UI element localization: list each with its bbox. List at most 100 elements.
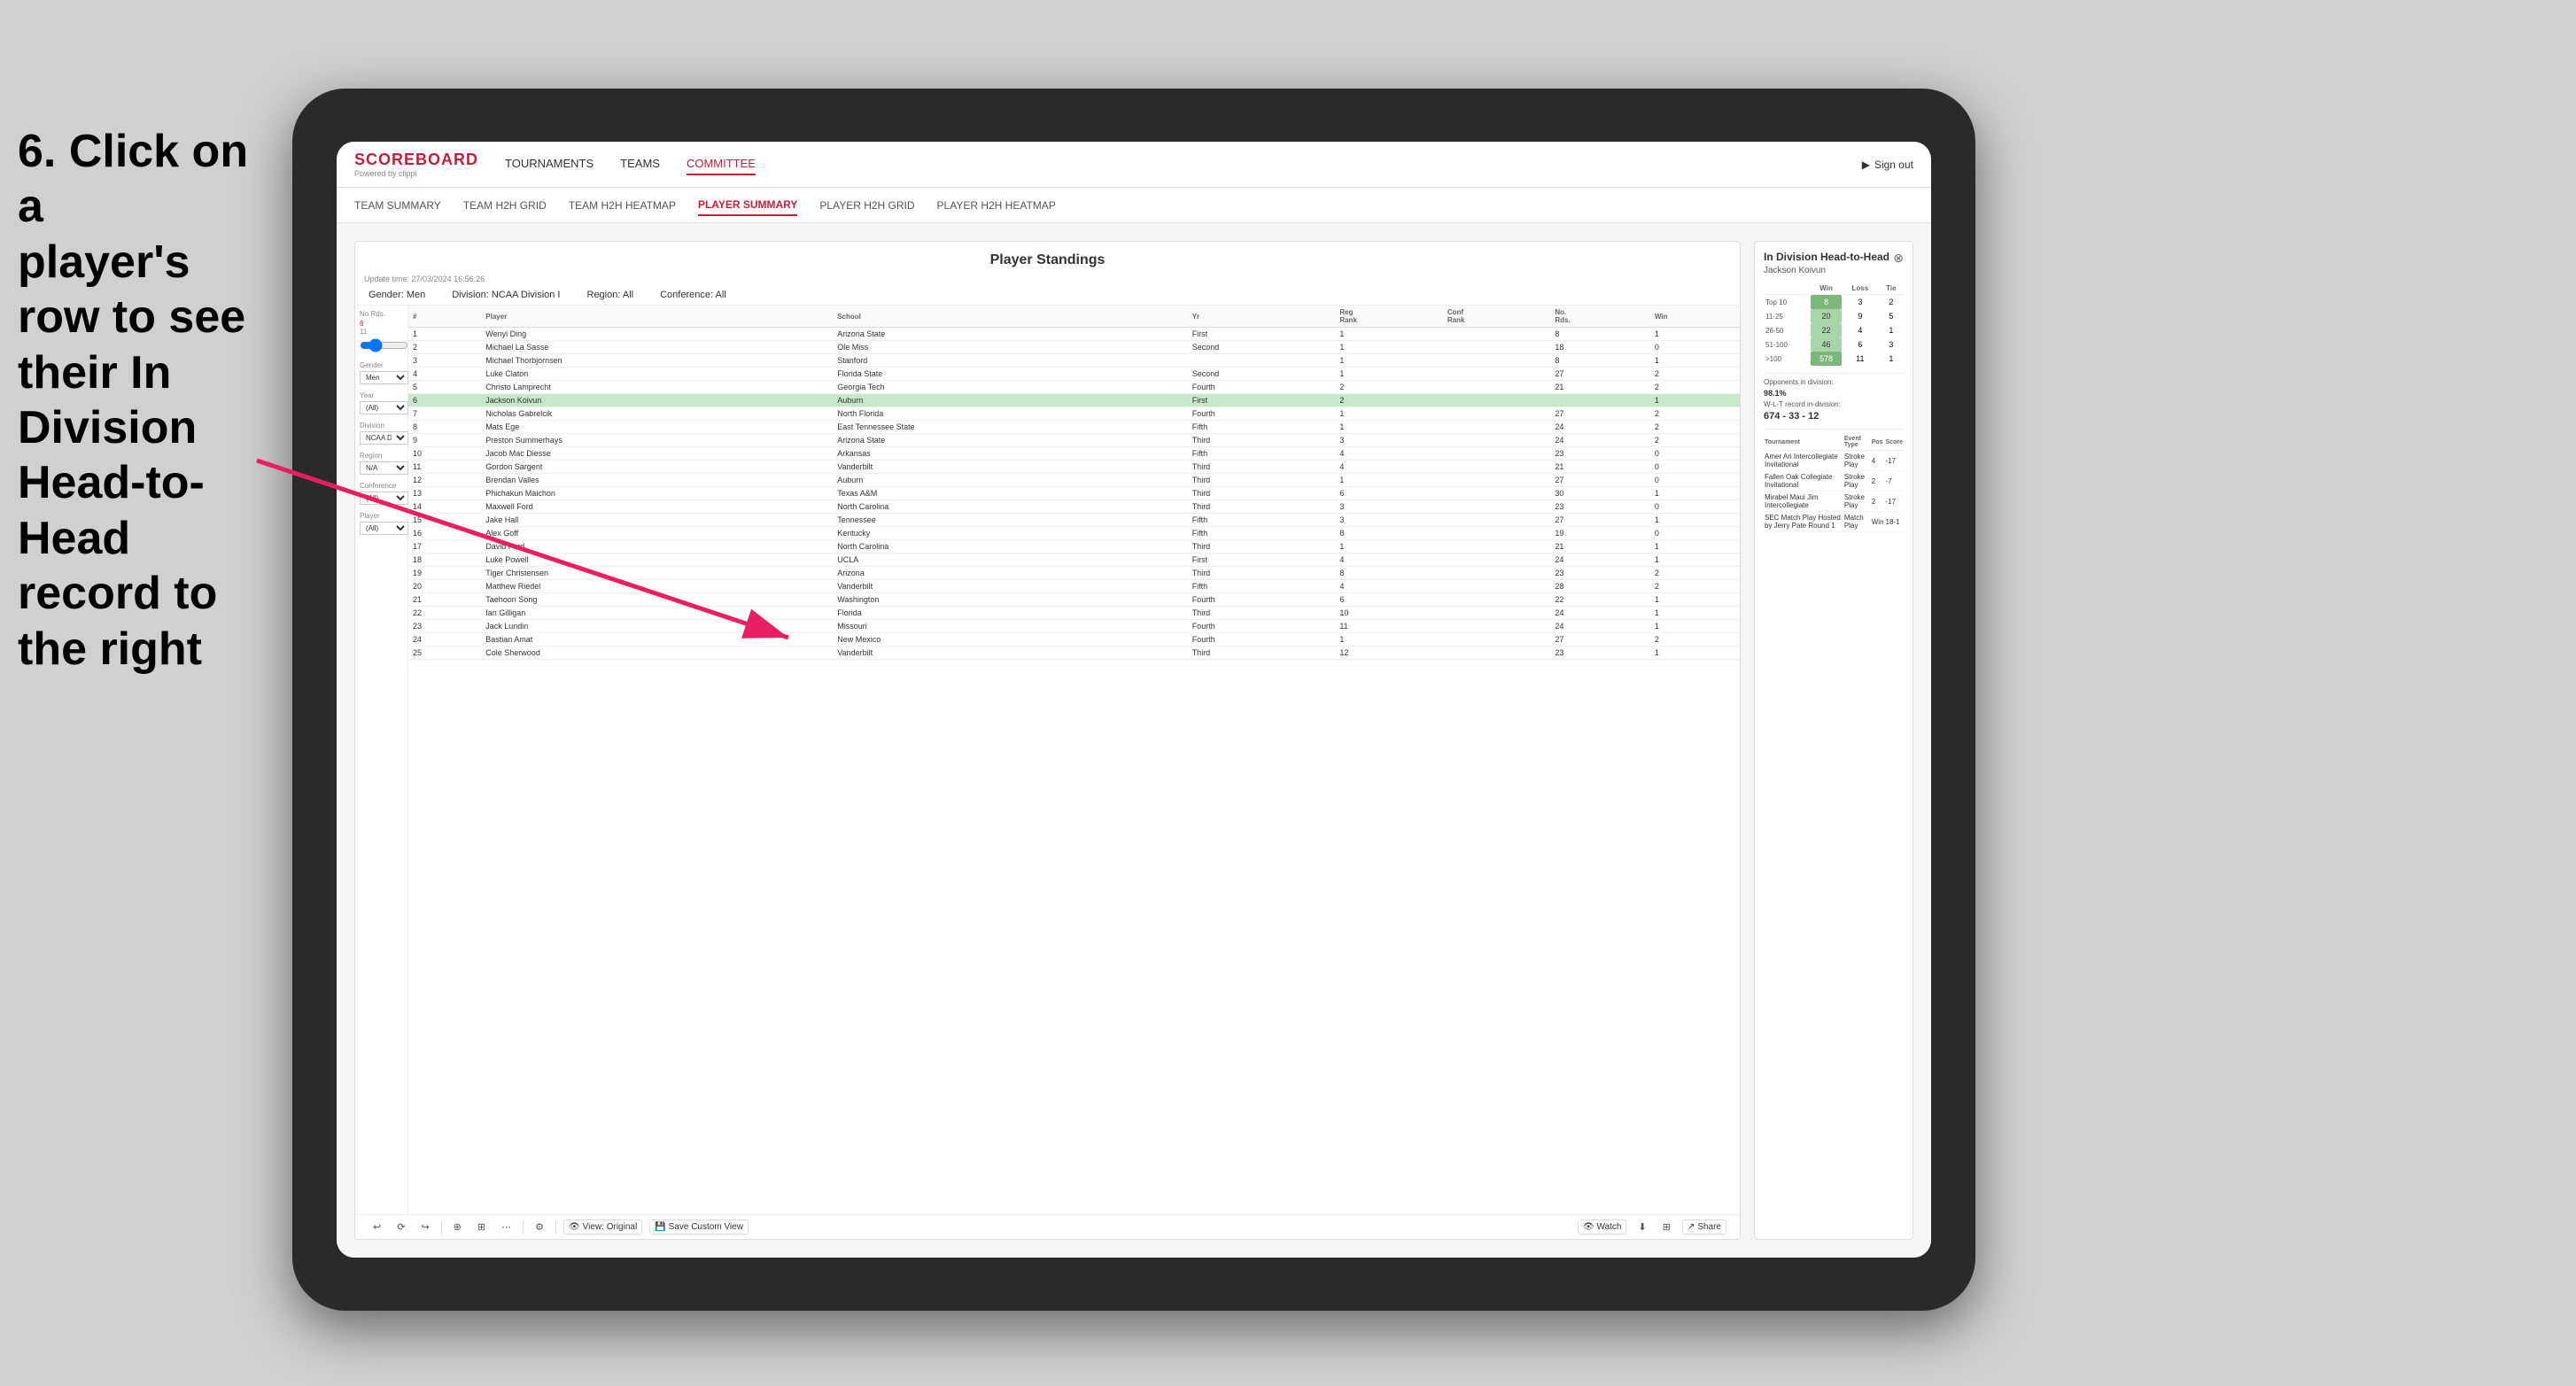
h2h-tournaments-table: Tournament Event Type Pos Score Amer Ari… bbox=[1764, 434, 1904, 532]
cell-num: 21 bbox=[408, 593, 481, 607]
table-row[interactable]: 22 Ian Gilligan Florida Third 10 24 1 bbox=[408, 607, 1740, 620]
table-row[interactable]: 6 Jackson Koivun Auburn First 2 1 bbox=[408, 394, 1740, 407]
table-row[interactable]: 16 Alex Goff Kentucky Fifth 8 19 0 bbox=[408, 527, 1740, 540]
table-row[interactable]: 10 Jacob Mac Diesse Arkansas Fifth 4 23 … bbox=[408, 447, 1740, 461]
cell-win: 0 bbox=[1650, 461, 1740, 474]
table-row[interactable]: 24 Bastian Amat New Mexico Fourth 1 27 2 bbox=[408, 633, 1740, 647]
cell-yr: Fourth bbox=[1188, 633, 1336, 647]
cell-conf-rank bbox=[1443, 500, 1551, 514]
cell-num: 3 bbox=[408, 354, 481, 368]
cell-reg-rank: 1 bbox=[1335, 341, 1443, 354]
table-row[interactable]: 21 Taehoon Song Washington Fourth 6 22 1 bbox=[408, 593, 1740, 607]
redo-button[interactable]: ⟳ bbox=[392, 1220, 409, 1235]
tab-player-h2h-grid[interactable]: PLAYER H2H GRID bbox=[819, 196, 914, 215]
panel-title: Player Standings bbox=[355, 252, 1740, 268]
tournament-pos: 4 bbox=[1871, 451, 1885, 471]
player-select[interactable]: (All) bbox=[360, 522, 408, 535]
table-row[interactable]: 11 Gordon Sargent Vanderbilt Third 4 21 … bbox=[408, 461, 1740, 474]
table-row[interactable]: 17 David Ford North Carolina Third 1 21 … bbox=[408, 540, 1740, 554]
year-select[interactable]: (All) bbox=[360, 401, 408, 414]
table-row[interactable]: 13 Phichakun Maichon Texas A&M Third 6 3… bbox=[408, 487, 1740, 500]
conference-select[interactable]: (All) bbox=[360, 492, 408, 505]
cell-yr: Second bbox=[1188, 368, 1336, 381]
table-row[interactable]: 1 Wenyi Ding Arizona State First 1 8 1 bbox=[408, 328, 1740, 341]
table-row[interactable]: 4 Luke Claton Florida State Second 1 27 … bbox=[408, 368, 1740, 381]
filter-conference-label: Conference bbox=[360, 482, 403, 490]
tab-player-summary[interactable]: PLAYER SUMMARY bbox=[698, 195, 797, 216]
table-row[interactable]: 12 Brendan Valles Auburn Third 1 27 0 bbox=[408, 474, 1740, 487]
table-row[interactable]: 19 Tiger Christensen Arizona Third 8 23 … bbox=[408, 567, 1740, 580]
settings-button[interactable]: ⚙ bbox=[531, 1220, 548, 1235]
cell-no-rds: 27 bbox=[1550, 368, 1649, 381]
table-row[interactable]: 14 Maxwell Ford North Carolina Third 3 2… bbox=[408, 500, 1740, 514]
table-row[interactable]: 8 Mats Ege East Tennessee State Fifth 1 … bbox=[408, 421, 1740, 434]
undo-button[interactable]: ↩ bbox=[369, 1220, 385, 1235]
cell-yr: Fifth bbox=[1188, 447, 1336, 461]
forward-button[interactable]: ↪ bbox=[416, 1220, 433, 1235]
cell-conf-rank bbox=[1443, 421, 1551, 434]
cell-yr: First bbox=[1188, 328, 1336, 341]
tab-team-h2h-heatmap[interactable]: TEAM H2H HEATMAP bbox=[569, 196, 676, 215]
h2h-header-win: Win bbox=[1811, 283, 1842, 295]
tab-player-h2h-heatmap[interactable]: PLAYER H2H HEATMAP bbox=[937, 196, 1056, 215]
table-row[interactable]: 7 Nicholas Gabrelcik North Florida Fourt… bbox=[408, 407, 1740, 421]
paste-button[interactable]: ⊞ bbox=[473, 1220, 490, 1235]
more-button[interactable]: ⋯ bbox=[497, 1220, 516, 1235]
cell-num: 11 bbox=[408, 461, 481, 474]
no-rds-slider[interactable] bbox=[360, 338, 408, 352]
copy-button[interactable]: ⊕ bbox=[449, 1220, 466, 1235]
grid-button[interactable]: ⊞ bbox=[1658, 1220, 1675, 1235]
tournament-type: Stroke Play bbox=[1843, 451, 1871, 471]
col-header-hash: # bbox=[408, 306, 481, 328]
tournament-name: Mirabel Maui Jim Intercollegiate bbox=[1764, 492, 1843, 512]
filter-region: Region: All bbox=[587, 290, 634, 300]
table-row[interactable]: 20 Matthew Riedel Vanderbilt Fifth 4 28 … bbox=[408, 580, 1740, 593]
cell-win: 2 bbox=[1650, 421, 1740, 434]
share-icon: ↗ bbox=[1688, 1222, 1695, 1232]
cell-num: 2 bbox=[408, 341, 481, 354]
cell-win: 2 bbox=[1650, 434, 1740, 447]
h2h-row-tie: 3 bbox=[1879, 337, 1904, 352]
h2h-row-label: >100 bbox=[1764, 352, 1811, 366]
cell-num: 9 bbox=[408, 434, 481, 447]
nav-item-tournaments[interactable]: TOURNAMENTS bbox=[505, 153, 594, 175]
tab-team-summary[interactable]: TEAM SUMMARY bbox=[354, 196, 441, 215]
cell-yr: Third bbox=[1188, 434, 1336, 447]
table-row[interactable]: 2 Michael La Sasse Ole Miss Second 1 18 … bbox=[408, 341, 1740, 354]
h2h-close-button[interactable]: ⊗ bbox=[1893, 251, 1904, 266]
cell-school: Arizona State bbox=[833, 328, 1187, 341]
table-row[interactable]: 5 Christo Lamprecht Georgia Tech Fourth … bbox=[408, 381, 1740, 394]
cell-school: Florida State bbox=[833, 368, 1187, 381]
view-original-button[interactable]: 👁 View: Original bbox=[563, 1220, 642, 1235]
nav-item-teams[interactable]: TEAMS bbox=[620, 153, 660, 175]
cell-num: 10 bbox=[408, 447, 481, 461]
region-select[interactable]: N/A bbox=[360, 461, 408, 475]
table-row[interactable]: 3 Michael Thorbjornsen Stanford 1 8 1 bbox=[408, 354, 1740, 368]
tab-team-h2h-grid[interactable]: TEAM H2H GRID bbox=[463, 196, 547, 215]
cell-player: David Ford bbox=[481, 540, 833, 554]
filter-sidebar: No Rds. 6 11 Gender Men Year bbox=[355, 306, 408, 1214]
table-row[interactable]: 18 Luke Powell UCLA First 4 24 1 bbox=[408, 554, 1740, 567]
h2h-row-loss: 6 bbox=[1842, 337, 1879, 352]
cell-win: 0 bbox=[1650, 500, 1740, 514]
nav-item-committee[interactable]: COMMITTEE bbox=[687, 153, 756, 175]
table-row[interactable]: 9 Preston Summerhays Arizona State Third… bbox=[408, 434, 1740, 447]
instruction-text: 6. Click on a player's row to see their … bbox=[0, 106, 275, 694]
share-button[interactable]: ↗ Share bbox=[1682, 1220, 1726, 1235]
cell-reg-rank: 11 bbox=[1335, 620, 1443, 633]
filter-gender-group: Gender Men bbox=[360, 361, 403, 384]
save-custom-button[interactable]: 💾 Save Custom View bbox=[649, 1220, 749, 1235]
cell-num: 1 bbox=[408, 328, 481, 341]
table-row[interactable]: 15 Jake Hall Tennessee Fifth 3 27 1 bbox=[408, 514, 1740, 527]
h2h-opponents-label: Opponents in division: bbox=[1764, 378, 1904, 386]
division-select[interactable]: NCAA Division I bbox=[360, 431, 408, 445]
filter-division: Division: NCAA Division I bbox=[452, 290, 560, 300]
download-button[interactable]: ⬇ bbox=[1633, 1220, 1650, 1235]
sign-out-button[interactable]: ▶ Sign out bbox=[1862, 159, 1913, 171]
cell-reg-rank: 4 bbox=[1335, 461, 1443, 474]
watch-button[interactable]: 👁 Watch bbox=[1578, 1220, 1627, 1235]
table-row[interactable]: 23 Jack Lundin Missouri Fourth 11 24 1 bbox=[408, 620, 1740, 633]
gender-select[interactable]: Men bbox=[360, 371, 408, 384]
table-row[interactable]: 25 Cole Sherwood Vanderbilt Third 12 23 … bbox=[408, 647, 1740, 660]
cell-num: 18 bbox=[408, 554, 481, 567]
